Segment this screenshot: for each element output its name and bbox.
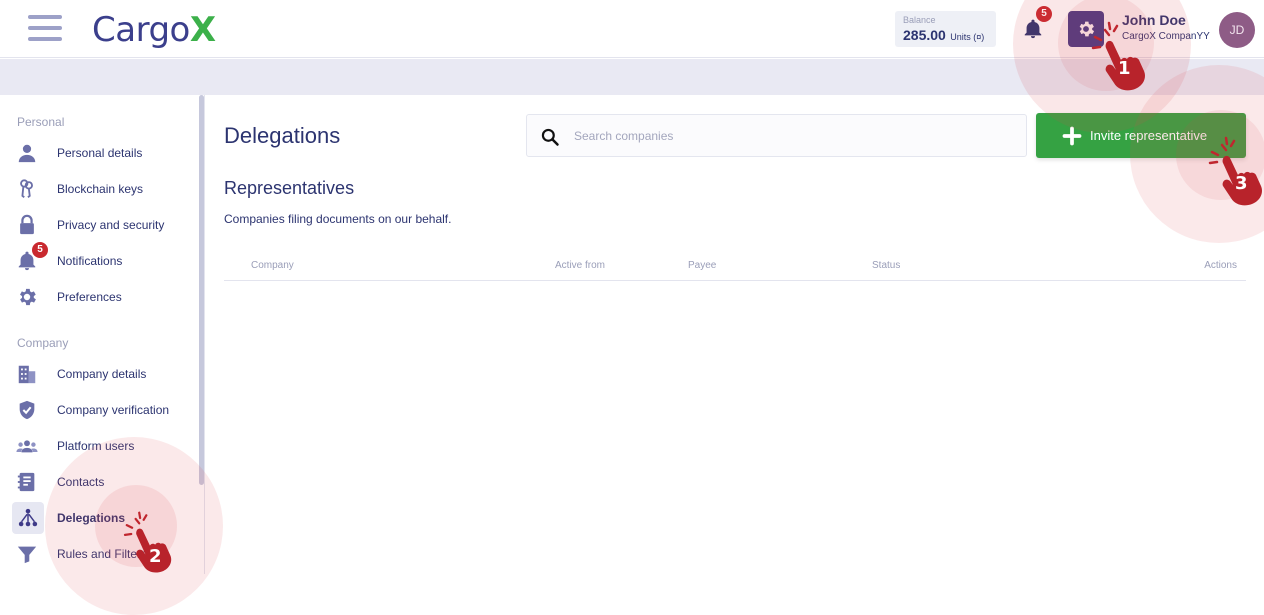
top-bar: CargoX Balance 285.00 Units (¤) 5 John D… (0, 0, 1264, 58)
delegation-tree-icon (12, 502, 44, 534)
sidebar-item-label: Preferences (57, 290, 122, 304)
column-header-status[interactable]: Status (872, 260, 900, 271)
contacts-book-icon (16, 471, 38, 493)
building-icon (16, 363, 38, 385)
balance-widget[interactable]: Balance 285.00 Units (¤) (895, 11, 996, 47)
user-name[interactable]: John Doe (1122, 12, 1186, 28)
section-title: Representatives (224, 178, 355, 198)
column-header-active-from[interactable]: Active from (555, 260, 605, 271)
sidebar-item-label: Delegations (57, 511, 126, 525)
lock-icon (16, 214, 38, 236)
table-header: Company Active from Payee Status Actions (224, 252, 1246, 281)
section-title-personal: Personal (17, 115, 65, 129)
sidebar-item-personal-details[interactable]: Personal details (12, 137, 198, 169)
notifications-bell-icon[interactable]: 5 (1022, 6, 1052, 40)
balance-value: 285.00 (903, 27, 946, 43)
column-header-payee[interactable]: Payee (688, 260, 716, 271)
sidebar-item-company-verification[interactable]: Company verification (12, 394, 198, 426)
notification-badge: 5 (32, 242, 48, 258)
sidebar-item-contacts[interactable]: Contacts (12, 466, 198, 498)
sidebar-item-label: Notifications (57, 254, 123, 268)
person-icon (16, 142, 38, 164)
keys-icon (16, 178, 38, 200)
users-icon (16, 435, 38, 457)
column-header-company[interactable]: Company (251, 260, 294, 271)
avatar[interactable]: JD (1219, 12, 1255, 48)
sidebar-item-rules-and-filters[interactable]: Rules and Filters (12, 538, 198, 570)
section-title-company: Company (17, 336, 69, 350)
user-company[interactable]: CargoX CompanYY (1122, 31, 1210, 42)
header-band (0, 59, 1264, 95)
balance-label: Balance (903, 15, 936, 25)
invite-representative-button[interactable]: Invite representative (1036, 113, 1246, 158)
sidebar-item-label: Blockchain keys (57, 182, 144, 196)
search-icon (541, 128, 559, 146)
notification-badge: 5 (1036, 6, 1052, 22)
sidebar-item-label: Personal details (57, 146, 143, 160)
sidebar-item-label: Rules and Filters (57, 547, 148, 561)
invite-representative-label: Invite representative (1090, 128, 1208, 143)
gear-icon (1079, 21, 1095, 37)
section-description: Companies filing documents on our behalf… (224, 212, 452, 226)
sidebar-item-blockchain-keys[interactable]: Blockchain keys (12, 173, 198, 205)
column-header-actions: Actions (1204, 260, 1237, 271)
settings-gear-button[interactable] (1068, 11, 1104, 47)
cargox-logo[interactable]: CargoX (92, 10, 216, 50)
search-input[interactable] (574, 123, 1014, 149)
sidebar-item-label: Contacts (57, 475, 105, 489)
page-title: Delegations (224, 123, 341, 148)
step-3-number: 3 (1235, 173, 1248, 194)
sidebar-item-platform-users[interactable]: Platform users (12, 430, 198, 462)
shield-check-icon (16, 399, 38, 421)
sidebar-item-delegations[interactable]: Delegations (12, 502, 198, 534)
sidebar-item-label: Company details (57, 367, 147, 381)
sidebar-item-privacy-and-security[interactable]: Privacy and security (12, 209, 198, 241)
gear-icon (16, 286, 38, 308)
sidebar-item-notifications[interactable]: 5 Notifications (12, 242, 198, 277)
balance-units: Units (¤) (950, 32, 985, 42)
sidebar-item-label: Company verification (57, 403, 170, 417)
search-box[interactable] (526, 114, 1027, 157)
sidebar-item-preferences[interactable]: Preferences (12, 281, 198, 313)
sidebar-scrollbar[interactable] (199, 95, 204, 485)
plus-icon (1062, 126, 1082, 146)
filter-icon (16, 543, 38, 565)
hamburger-menu-icon[interactable] (28, 15, 62, 41)
sidebar: Personal Personal details Blockchain key… (0, 95, 205, 574)
sidebar-item-label: Platform users (57, 439, 135, 453)
sidebar-item-label: Privacy and security (57, 218, 165, 232)
sidebar-item-company-details[interactable]: Company details (12, 358, 198, 390)
